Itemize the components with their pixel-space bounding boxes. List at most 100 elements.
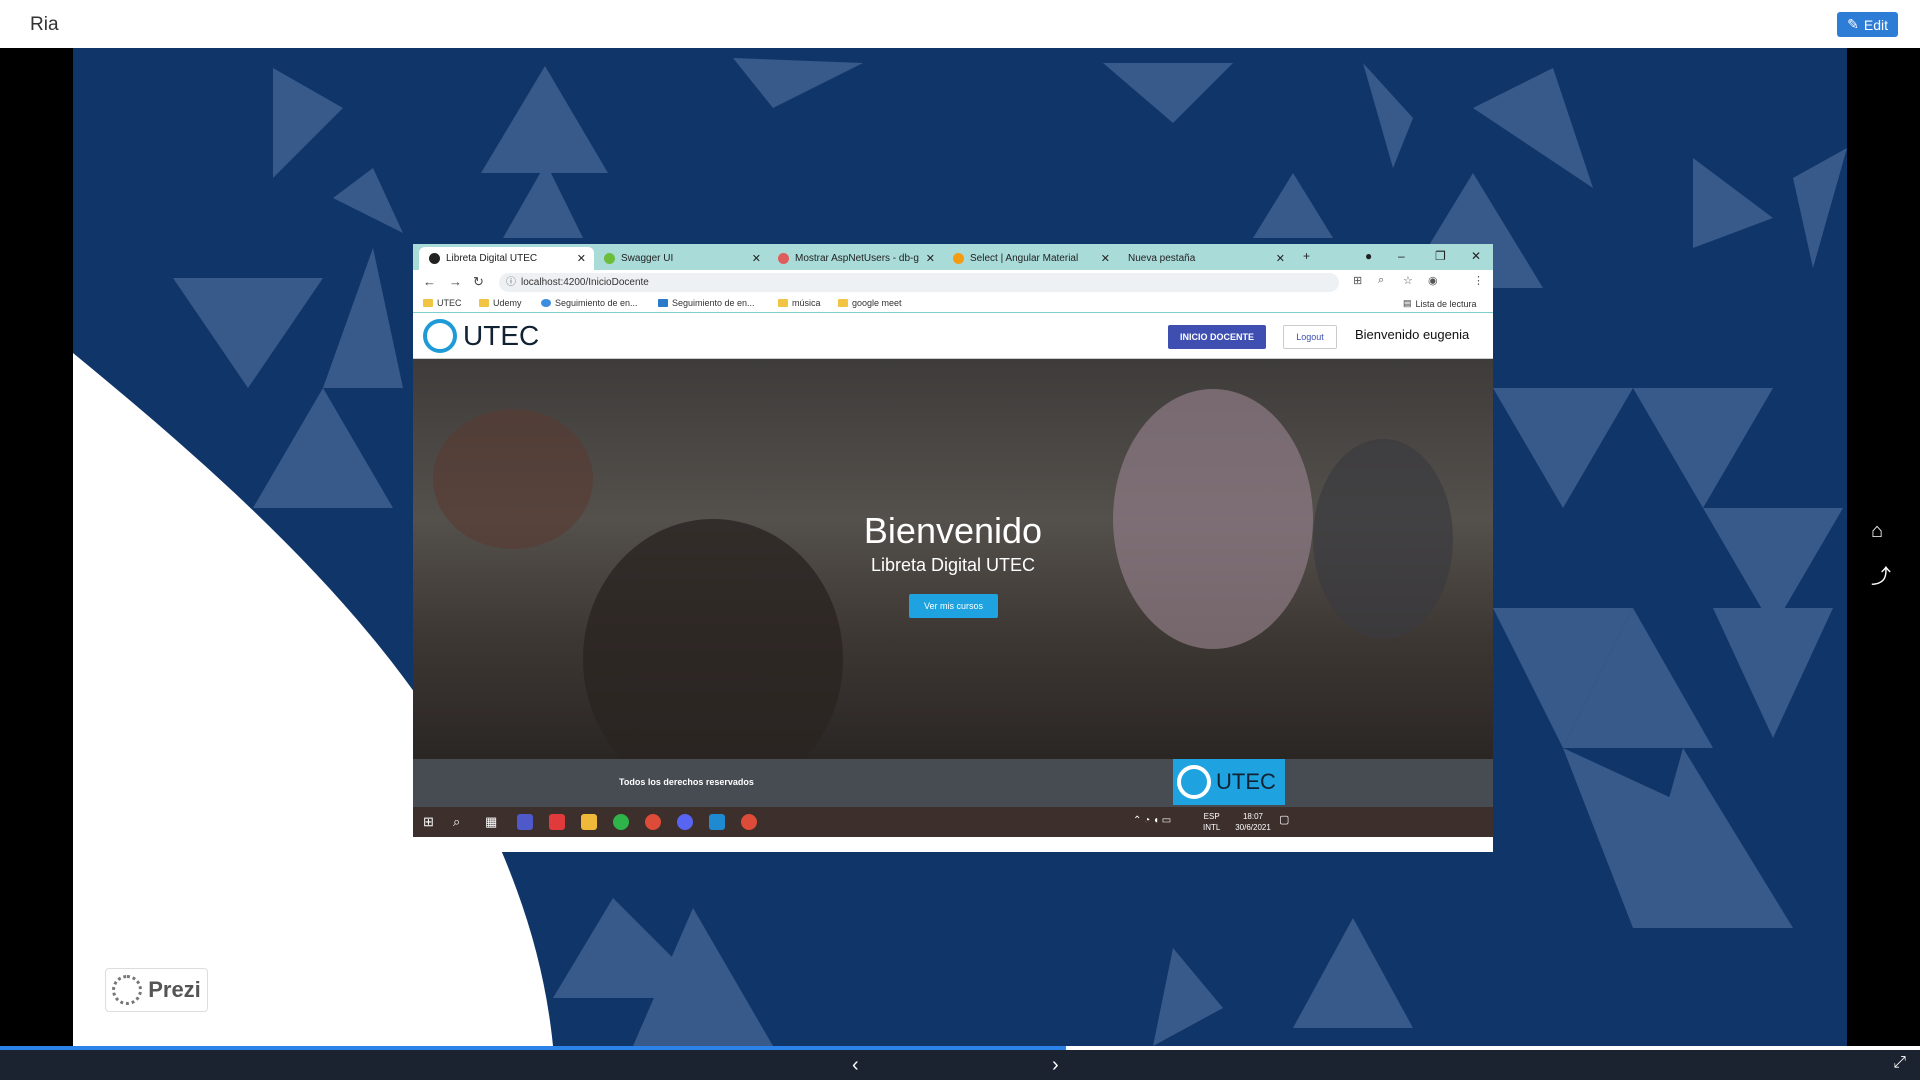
swagger-icon: [604, 253, 615, 264]
hero-banner: Bienvenido Libreta Digital UTEC Ver mis …: [413, 359, 1493, 759]
translate-icon[interactable]: ⊞: [1353, 274, 1362, 287]
window-close-icon[interactable]: ✕: [1471, 249, 1481, 263]
pencil-icon: ✎: [1847, 16, 1859, 32]
file-explorer-icon[interactable]: [581, 814, 597, 830]
utec-mark-icon: [423, 319, 457, 353]
footer-logo: UTEC: [1173, 759, 1285, 805]
vscode-icon[interactable]: [709, 814, 725, 830]
notifications-icon[interactable]: ▢: [1279, 815, 1289, 826]
tab-label: Swagger UI: [621, 253, 674, 264]
bookmark-item[interactable]: Seguimiento de en...: [541, 298, 638, 308]
tab-aspnetusers[interactable]: Mostrar AspNetUsers - db-g ✕: [768, 247, 943, 270]
reading-list[interactable]: ▤ Lista de lectura: [1403, 298, 1477, 309]
folder-icon: [838, 299, 848, 307]
reading-list-icon: ▤: [1403, 298, 1412, 308]
presentation-stage: Libreta Digital UTEC ✕ Swagger UI ✕ Most…: [0, 48, 1920, 1046]
tab-swagger[interactable]: Swagger UI ✕: [594, 247, 769, 270]
ver-cursos-button[interactable]: Ver mis cursos: [909, 594, 998, 618]
tab-libreta[interactable]: Libreta Digital UTEC ✕: [419, 247, 594, 270]
star-icon[interactable]: ☆: [1403, 274, 1413, 287]
chrome-icon[interactable]: [645, 814, 661, 830]
prezi-logo[interactable]: Prezi: [105, 968, 208, 1012]
tab-label: Nueva pestaña: [1128, 253, 1196, 264]
teams-icon[interactable]: [517, 814, 533, 830]
app-header: Ria ✎ Edit: [0, 0, 1920, 48]
clock[interactable]: 18:07 30/6/2021: [1228, 811, 1278, 833]
globe-icon: [541, 299, 551, 307]
logout-button[interactable]: Logout: [1283, 325, 1337, 349]
whatsapp-icon[interactable]: [613, 814, 629, 830]
presentation-controls: ‹ › ⤢: [0, 1046, 1920, 1080]
close-icon[interactable]: ✕: [577, 252, 586, 265]
progress-fill: [0, 1046, 1066, 1050]
address-bar: ← → ↻ ⓘ localhost:4200/InicioDocente ⊞ ⌕…: [413, 270, 1493, 294]
bookmark-item[interactable]: Seguimiento de en...: [658, 298, 755, 308]
close-icon[interactable]: ✕: [752, 252, 761, 265]
tab-nueva[interactable]: Nueva pestaña ✕: [1118, 247, 1293, 270]
back-up-icon[interactable]: ⤴: [1871, 560, 1891, 589]
hero-title: Bienvenido: [863, 510, 1043, 551]
site-icon: [658, 299, 668, 307]
progress-bar[interactable]: [0, 1046, 1920, 1050]
profile-menu-icon[interactable]: ●: [1365, 249, 1372, 263]
app-footer: Todos los derechos reservados UTEC: [413, 759, 1493, 807]
bookmarks-bar: UTEC Udemy Seguimiento de en... Seguimie…: [413, 294, 1493, 313]
chrome-icon[interactable]: [741, 814, 757, 830]
close-icon[interactable]: ✕: [926, 252, 935, 265]
side-navigation: ⌂ ⤴: [1847, 48, 1920, 1046]
edit-button[interactable]: ✎ Edit: [1837, 12, 1898, 37]
restore-icon[interactable]: ❐: [1435, 249, 1446, 263]
tab-label: Select | Angular Material: [970, 253, 1079, 264]
forward-icon[interactable]: →: [449, 274, 462, 289]
prev-arrow-icon[interactable]: ‹: [852, 1054, 859, 1077]
zoom-icon[interactable]: ⌕: [1378, 274, 1384, 287]
tab-label: Mostrar AspNetUsers - db-g: [795, 253, 919, 264]
minimize-icon[interactable]: –: [1398, 249, 1405, 263]
back-icon[interactable]: ←: [423, 274, 436, 289]
new-tab-icon[interactable]: +: [1303, 249, 1310, 263]
close-icon[interactable]: ✕: [1276, 252, 1285, 265]
menu-icon[interactable]: ⋮: [1473, 274, 1484, 287]
material-icon: [953, 253, 964, 264]
url-text: localhost:4200/InicioDocente: [521, 277, 649, 288]
app-red-icon[interactable]: [549, 814, 565, 830]
search-icon[interactable]: ⌕: [453, 814, 469, 830]
bookmark-item[interactable]: música: [778, 298, 821, 308]
reload-icon[interactable]: ↻: [473, 274, 484, 290]
welcome-text: Bienvenido eugenia: [1355, 327, 1470, 342]
inicio-docente-button[interactable]: INICIO DOCENTE: [1168, 325, 1266, 349]
fullscreen-icon[interactable]: ⤢: [1893, 1054, 1906, 1072]
task-view-icon[interactable]: ▦: [485, 814, 501, 830]
url-input[interactable]: ⓘ localhost:4200/InicioDocente: [499, 273, 1339, 292]
utec-mark-icon: [1177, 765, 1211, 799]
tab-angular-material[interactable]: Select | Angular Material ✕: [943, 247, 1118, 270]
bookmark-item[interactable]: google meet: [838, 298, 902, 308]
folder-icon: [778, 299, 788, 307]
next-arrow-icon[interactable]: ›: [1052, 1054, 1059, 1077]
utec-logo[interactable]: UTEC: [423, 319, 539, 353]
browser-tabstrip: Libreta Digital UTEC ✕ Swagger UI ✕ Most…: [413, 244, 1493, 270]
folder-icon: [479, 299, 489, 307]
tray-icons[interactable]: ⌃ ◔ ◖ ▭: [1133, 815, 1171, 826]
presentation-title: Ria: [30, 14, 59, 35]
app-navbar: UTEC INICIO DOCENTE Logout Bienvenido eu…: [413, 313, 1493, 359]
home-icon[interactable]: ⌂: [1871, 520, 1883, 543]
info-icon: ⓘ: [506, 277, 516, 288]
discord-icon[interactable]: [677, 814, 693, 830]
folder-icon: [423, 299, 433, 307]
windows-taskbar: ⊞ ⌕ ▦ ⌃ ◔ ◖ ▭ ESP INTL 18:07 30/6/2021 ▢: [413, 807, 1493, 837]
close-icon[interactable]: ✕: [1101, 252, 1110, 265]
db-icon: [778, 253, 789, 264]
slide: Libreta Digital UTEC ✕ Swagger UI ✕ Most…: [73, 48, 1847, 1046]
tab-label: Libreta Digital UTEC: [446, 253, 538, 264]
language-indicator[interactable]: ESP INTL: [1203, 811, 1220, 833]
footer-rights: Todos los derechos reservados: [619, 777, 754, 787]
avatar[interactable]: ◉: [1428, 274, 1438, 287]
bookmark-item[interactable]: UTEC: [423, 298, 462, 308]
embedded-screenshot: Libreta Digital UTEC ✕ Swagger UI ✕ Most…: [413, 244, 1493, 852]
windows-start-icon[interactable]: ⊞: [423, 814, 439, 830]
angular-icon: [429, 253, 440, 264]
bookmark-item[interactable]: Udemy: [479, 298, 522, 308]
edit-label: Edit: [1863, 16, 1888, 33]
prezi-mark-icon: [112, 975, 143, 1005]
